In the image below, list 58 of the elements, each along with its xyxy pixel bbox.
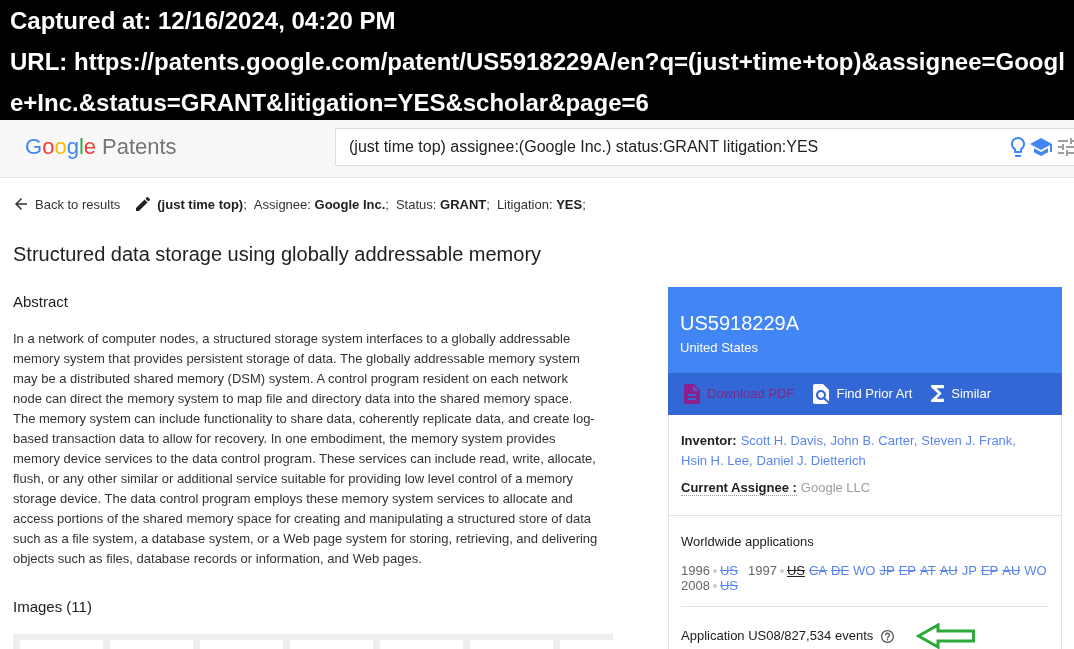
publication-number: US5918229A: [680, 311, 800, 335]
capture-url: URL: https://patents.google.com/patent/US5918229A/en?q=(just+time+top)&assignee=Google+Inc.&status=GRANT&litigation=YES&scholar&page=6: [10, 47, 1066, 118]
worldwide-heading: Worldwide applications: [681, 533, 815, 551]
search-filter: (just time top);: [157, 196, 247, 212]
capture-timestamp: Captured at: 12/16/2024, 04:20 PM: [10, 6, 397, 36]
document-search-icon: [813, 383, 830, 404]
help-icon[interactable]: [881, 629, 895, 643]
action-link[interactable]: Find Prior Art: [813, 383, 913, 404]
country-code-link[interactable]: JP: [961, 563, 977, 578]
assignee-value: Google LLC: [800, 480, 871, 495]
inventor-link[interactable]: John B. Carter,: [830, 431, 918, 451]
country-code-link[interactable]: EP: [898, 563, 916, 578]
country-code-link[interactable]: US: [719, 563, 738, 578]
year-label: 1997: [748, 563, 777, 578]
country-code-link[interactable]: CA: [808, 563, 828, 578]
left-arrow-icon: [916, 623, 977, 649]
year-label: 2008: [681, 578, 710, 593]
patent-title: Structured data storage using globally addressable memory: [13, 242, 543, 267]
application-events-heading: Application US08/827,534 events: [681, 627, 874, 645]
assignee-label: Current Assignee :: [681, 480, 797, 496]
country-code-link[interactable]: AU: [939, 563, 958, 578]
country-code-link[interactable]: US: [786, 563, 805, 578]
arrow-left-icon: [15, 198, 27, 210]
inventor-label: Inventor:: [681, 432, 737, 450]
pencil-icon[interactable]: [136, 197, 151, 211]
country-code-link[interactable]: JP: [879, 563, 895, 578]
sigma-icon: [931, 385, 945, 403]
action-link[interactable]: Similar: [931, 385, 992, 403]
inventor-link[interactable]: Daniel J. Dietterich: [756, 451, 866, 471]
graduation-cap-icon[interactable]: [1030, 138, 1052, 156]
inventor-link[interactable]: Hsin H. Lee,: [681, 451, 753, 471]
search-filter: Litigation: YES;: [496, 196, 586, 212]
logo[interactable]: Google Patents: [25, 128, 177, 166]
country-code-link[interactable]: AU: [1002, 563, 1021, 578]
abstract-heading: Abstract: [13, 292, 70, 312]
lightbulb-icon[interactable]: [1011, 137, 1025, 157]
country-code-link[interactable]: DE: [831, 563, 850, 578]
country-code-link[interactable]: AT: [920, 563, 936, 578]
dot-icon: [712, 568, 717, 573]
document-icon: [684, 383, 700, 404]
inventor-link[interactable]: Steven J. Frank,: [921, 431, 1016, 451]
images-heading: Images (11): [13, 597, 93, 617]
search-field[interactable]: (just time top) assignee:(Google Inc.) status:GRANT litigation:YES: [349, 135, 1003, 159]
search-filter: Status: GRANT;: [395, 196, 490, 212]
inventor-link[interactable]: Scott H. Davis,: [740, 431, 827, 451]
search-filter: Assignee: Google Inc.;: [253, 196, 389, 212]
abstract-text: In a network of computer nodes, a structured storage system interfaces to a globally addressable memory system that provides persistent storage of data. The globally addressable memory system may be a distributed shared memory (DSM) system. A control program resident on each network node can direct the memory system to map file and directory data into the shared memory space. The memory system can include functionality to share data, coherently replicate data, and create log-based transaction data to allow for recovery. In one embodiment, the memory system provides memory device services to the data control program. These services can include read, write, allocate, flush, or any other similar or additional service suitable for providing low level control of a memory storage device. The data control program employs these memory system services to allocate and access portions of the shared memory space for creating and manipulating a structured store of data such as a file system, a database system, or a Web page system for storing, retrieving, and delivering objects such as files, database records or information, and Web pages.: [13, 330, 598, 568]
country-code-link[interactable]: EP: [980, 563, 999, 578]
search-bar[interactable]: (just time top) assignee:(Google Inc.) status:GRANT litigation:YES: [335, 128, 1074, 166]
dot-icon: [712, 583, 717, 588]
country-code-link[interactable]: US: [719, 578, 738, 593]
year-label: 1996: [681, 563, 710, 578]
dot-icon: [779, 568, 784, 573]
country-code-link[interactable]: WO: [853, 563, 876, 578]
country-label: United States: [680, 339, 760, 357]
country-code-link[interactable]: WO: [1024, 563, 1047, 578]
back-link[interactable]: Back to results: [15, 196, 121, 212]
sliders-icon[interactable]: [1058, 138, 1074, 156]
